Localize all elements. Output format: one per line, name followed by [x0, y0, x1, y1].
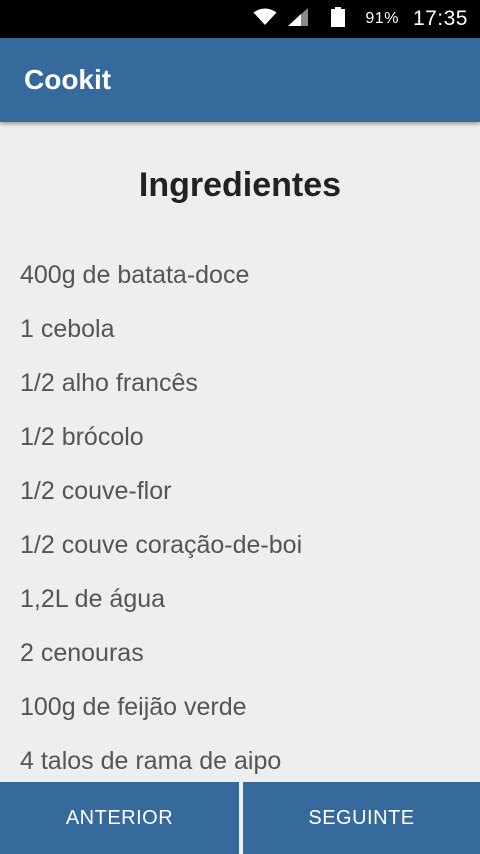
bottom-navigation: ANTERIOR SEGUINTE — [0, 782, 480, 854]
ingredient-item: 1,2L de água — [20, 585, 166, 613]
battery-percentage: 91% — [365, 10, 399, 27]
app-bar: Cookit — [0, 38, 480, 122]
ingredient-item: 1/2 couve coração-de-boi — [20, 531, 303, 559]
battery-icon — [331, 6, 355, 32]
ingredient-item: 1/2 brócolo — [20, 423, 144, 451]
app-title: Cookit — [24, 64, 112, 95]
ingredient-item: 100g de feijão verde — [20, 693, 247, 721]
clock: 17:35 — [412, 7, 468, 30]
ingredient-item: 400g de batata-doce — [20, 261, 250, 289]
next-button[interactable]: SEGUINTE — [243, 782, 480, 854]
wifi-icon — [253, 8, 277, 31]
section-title: Ingredientes — [138, 166, 342, 204]
ingredient-item: 1/2 alho francês — [20, 369, 198, 397]
ingredient-item: 4 talos de rama de aipo — [20, 747, 282, 775]
ingredient-item: 1 cebola — [20, 315, 115, 343]
signal-icon — [287, 7, 321, 31]
ingredient-list: 400g de batata-doce 1 cebola 1/2 alho fr… — [20, 260, 302, 782]
ingredient-item: 2 cenouras — [20, 639, 144, 667]
previous-button[interactable]: ANTERIOR — [0, 782, 239, 854]
recipe-content[interactable]: Ingredientes 400g de batata-doce 1 cebol… — [0, 122, 480, 782]
ingredient-item: 1/2 couve-flor — [20, 477, 172, 505]
status-indicators: 91% 17:35 — [253, 0, 468, 38]
status-bar: 91% 17:35 — [0, 0, 480, 38]
